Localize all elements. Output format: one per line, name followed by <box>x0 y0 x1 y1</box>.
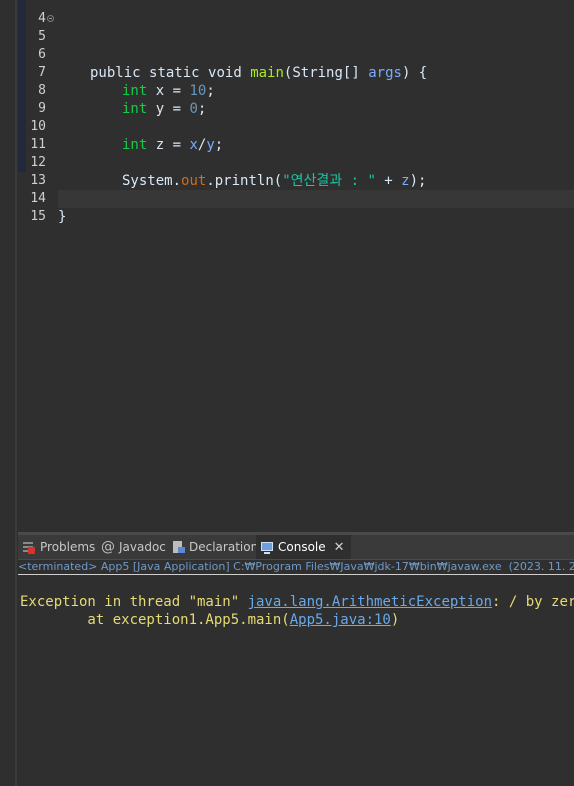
code-line[interactable]: 13 } <box>18 154 574 207</box>
left-trim-separator <box>15 0 17 786</box>
console-output[interactable]: Exception in thread "main" java.lang.Ari… <box>20 575 574 629</box>
code-line[interactable]: 15 <box>18 190 58 224</box>
output-text: at exception1.App5.main( <box>20 612 290 628</box>
problems-icon <box>22 540 36 554</box>
console-line: Exception in thread "main" java.lang.Ari… <box>20 594 574 610</box>
console-line: at exception1.App5.main(App5.java:10) <box>20 612 399 628</box>
declaration-icon <box>171 540 185 554</box>
tab-label: Problems <box>40 540 96 554</box>
fold-collapse-icon[interactable] <box>47 15 54 22</box>
tab-javadoc[interactable]: @ Javadoc <box>101 535 166 559</box>
code-line[interactable]: 12 System.out.println("연산결과 : " + z); <box>18 136 574 189</box>
ide-window: 4 5 public static void main(String[] arg… <box>0 0 574 786</box>
close-icon[interactable]: ✕ <box>334 540 345 555</box>
output-text: : / by zero <box>492 594 574 610</box>
line-number: 15 <box>30 209 46 224</box>
javadoc-icon: @ <box>101 539 115 555</box>
code-editor[interactable]: 4 5 public static void main(String[] arg… <box>18 0 574 530</box>
exception-link[interactable]: java.lang.ArithmeticException <box>248 594 492 610</box>
tab-problems[interactable]: Problems <box>22 535 95 559</box>
view-tab-bar: Problems @ Javadoc Declaration Console ✕ <box>18 535 574 560</box>
left-trim <box>0 0 18 786</box>
code-line[interactable]: 10 int z = x/y; <box>18 100 574 153</box>
code-line[interactable]: 5 public static void main(String[] args)… <box>18 10 574 81</box>
tab-label: Console <box>278 540 326 554</box>
current-line-highlight[interactable] <box>58 190 574 208</box>
code-line[interactable]: 8 int y = 0; <box>18 64 574 117</box>
console-status: <terminated> App5 [Java Application] C:₩… <box>18 560 574 573</box>
tab-console[interactable]: Console ✕ <box>256 535 351 559</box>
code-line[interactable]: 11 <box>18 118 574 152</box>
tab-label: Javadoc <box>119 540 166 554</box>
code-line[interactable]: 4 <box>18 0 574 26</box>
stacktrace-link[interactable]: App5.java:10 <box>290 612 391 628</box>
bottom-view-panel: Problems @ Javadoc Declaration Console ✕… <box>18 532 574 786</box>
output-text: Exception in thread "main" <box>20 594 248 610</box>
code-line[interactable]: 7 int x = 10; <box>18 46 574 99</box>
code-line[interactable]: 14 } <box>18 172 574 225</box>
code-line[interactable]: 6 <box>18 28 574 62</box>
console-icon <box>260 540 274 554</box>
tab-declaration[interactable]: Declaration <box>171 535 258 559</box>
code-line[interactable]: 9 <box>18 82 574 116</box>
tab-label: Declaration <box>189 540 259 554</box>
output-text: ) <box>390 612 400 628</box>
